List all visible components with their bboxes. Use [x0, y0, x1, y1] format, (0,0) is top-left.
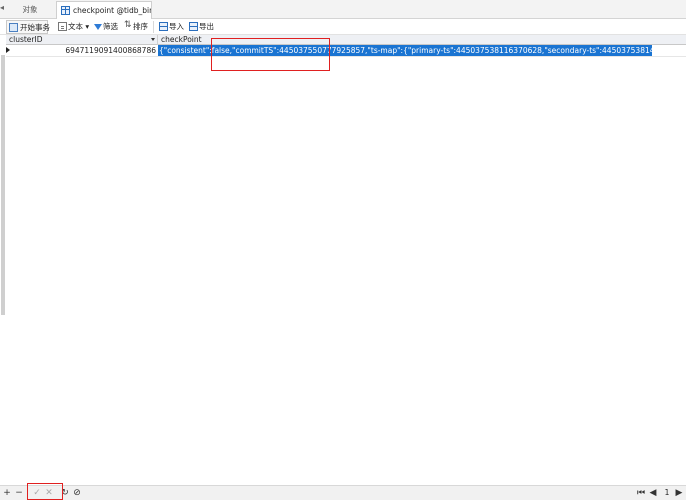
export-icon — [189, 22, 198, 31]
text-button[interactable]: 文本 ▾ — [56, 20, 92, 34]
import-label: 导入 — [169, 22, 184, 31]
export-label: 导出 — [199, 22, 214, 31]
filter-icon — [94, 24, 102, 30]
tab-checkpoint-label: checkpoint @tidb_binlog (1... — [73, 6, 151, 15]
page-number: 1 — [664, 488, 670, 497]
first-page-button[interactable]: ⏮ — [636, 487, 646, 499]
previous-page-button[interactable]: ◀ — [648, 487, 658, 499]
status-bar: + − ✓ ✕ ↻ ⊘ ⏮ ◀ 1 ▶ — [0, 485, 686, 500]
data-grid: clusterID checkPoint 6947119091400868786… — [0, 35, 686, 485]
add-record-button[interactable]: + — [2, 487, 12, 499]
column-header-label: clusterID — [9, 35, 43, 44]
chevron-down-icon[interactable] — [151, 38, 155, 41]
begin-transaction-button[interactable]: 开始事务 — [6, 20, 50, 34]
import-icon — [159, 22, 168, 31]
filter-button[interactable]: 筛选 — [92, 20, 122, 34]
toolbar: 开始事务 文本 ▾ 筛选 ⇅ 排序 导入 导出 — [0, 19, 686, 35]
cell-clusterid[interactable]: 6947119091400868786 — [12, 45, 158, 56]
table-row[interactable]: 6947119091400868786 {"consistent":false,… — [0, 45, 686, 56]
text-label: 文本 — [68, 22, 83, 31]
import-button[interactable]: 导入 — [157, 20, 187, 34]
column-header-clusterid[interactable]: clusterID — [6, 35, 158, 45]
current-row-icon — [6, 47, 10, 53]
scrollbar-thumb[interactable] — [1, 55, 5, 315]
highlight-box-committs — [211, 38, 330, 71]
begin-transaction-label: 开始事务 — [20, 23, 50, 32]
vertical-scrollbar[interactable] — [0, 35, 6, 485]
document-icon — [58, 22, 67, 31]
tab-objects[interactable]: 对象 — [10, 1, 50, 19]
next-page-button[interactable]: ▶ — [674, 487, 684, 499]
tab-checkpoint[interactable]: checkpoint @tidb_binlog (1... — [56, 1, 152, 19]
sort-label: 排序 — [133, 22, 148, 31]
column-header-label: checkPoint — [161, 35, 202, 44]
transaction-icon — [9, 23, 18, 32]
export-button[interactable]: 导出 — [187, 20, 217, 34]
sort-icon: ⇅ — [124, 20, 132, 30]
highlight-box-apply-discard — [27, 483, 63, 500]
delete-record-button[interactable]: − — [14, 487, 24, 499]
tab-scroll-left-icon[interactable]: ◂ — [0, 3, 8, 15]
tab-bar: ◂ 对象 checkpoint @tidb_binlog (1... — [0, 0, 686, 19]
sort-button[interactable]: ⇅ 排序 — [122, 20, 152, 34]
table-icon — [61, 6, 70, 15]
filter-label: 筛选 — [103, 22, 118, 31]
toolbar-divider — [153, 21, 154, 33]
stop-button[interactable]: ⊘ — [72, 487, 82, 499]
row-divider — [6, 56, 686, 57]
grid-header: clusterID checkPoint — [6, 35, 686, 45]
chevron-down-icon: ▾ — [85, 22, 90, 31]
